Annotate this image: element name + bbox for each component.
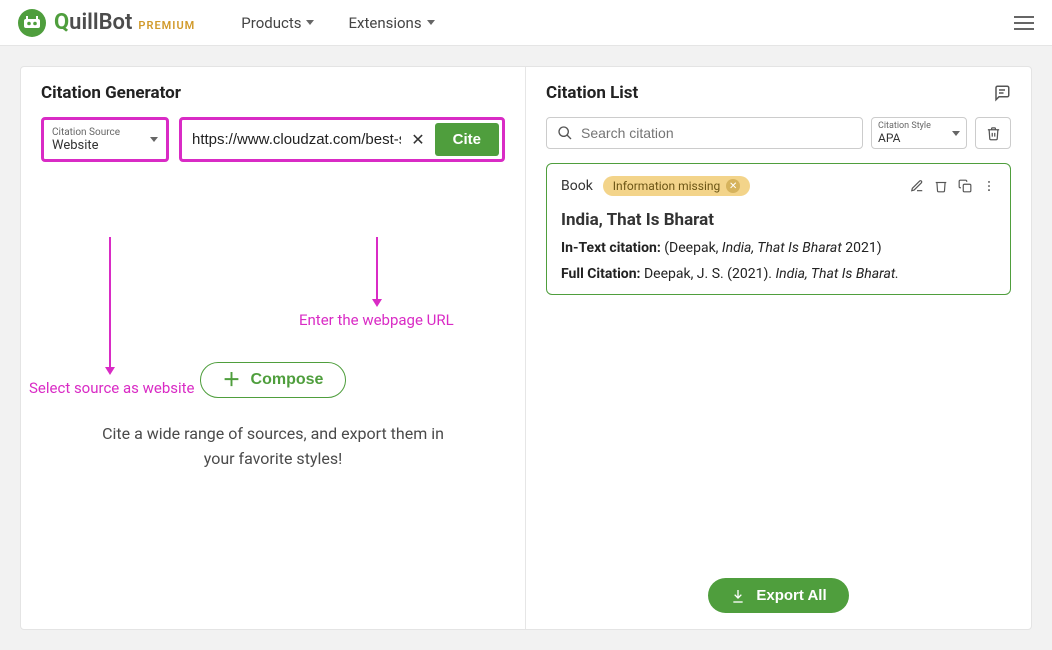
plus-icon: ＋ — [223, 371, 241, 389]
citation-style-select[interactable]: Citation Style APA — [871, 117, 967, 149]
download-icon — [730, 588, 746, 604]
citation-card: Book Information missing ✕ India, That I… — [546, 163, 1011, 295]
source-select-value: Website — [52, 138, 120, 153]
url-input-group: ✕ Cite — [179, 117, 505, 162]
annotation-line — [109, 237, 111, 367]
clear-input-icon[interactable]: ✕ — [405, 130, 430, 149]
cite-button[interactable]: Cite — [435, 123, 499, 156]
citation-source-select[interactable]: Citation Source Website — [41, 117, 169, 162]
export-all-button[interactable]: Export All — [708, 578, 848, 613]
export-row: Export All — [546, 562, 1011, 613]
list-title: Citation List — [546, 83, 638, 103]
brand-logo-icon — [18, 9, 46, 37]
style-select-value: APA — [878, 131, 931, 145]
app-header: QQuillBotuillBot PREMIUM Products Extens… — [0, 0, 1052, 46]
nav-extensions[interactable]: Extensions — [348, 14, 434, 32]
main-nav: Products Extensions — [241, 14, 434, 32]
trash-icon — [934, 179, 948, 193]
delete-all-button[interactable] — [975, 117, 1011, 149]
annotation-line — [376, 237, 378, 299]
more-citation-button[interactable] — [982, 179, 996, 193]
generator-tagline: Cite a wide range of sources, and export… — [41, 422, 505, 472]
generator-title: Citation Generator — [41, 83, 505, 103]
list-header: Citation List — [546, 83, 1011, 103]
brand-name: QQuillBotuillBot PREMIUM — [54, 10, 195, 35]
dismiss-badge-icon[interactable]: ✕ — [726, 179, 740, 193]
source-select-label: Citation Source — [52, 127, 120, 138]
compose-button[interactable]: ＋ Compose — [200, 362, 347, 398]
copy-citation-button[interactable] — [958, 179, 972, 193]
nav-products[interactable]: Products — [241, 14, 314, 32]
citation-generator-pane: Citation Generator Citation Source Websi… — [21, 67, 526, 629]
annotation-arrow-icon — [372, 299, 382, 307]
workspace: Citation Generator Citation Source Websi… — [0, 46, 1052, 650]
premium-badge: PREMIUM — [138, 19, 195, 32]
chevron-down-icon — [150, 137, 158, 142]
search-icon — [557, 125, 573, 141]
chevron-down-icon — [306, 20, 314, 25]
annotation-arrow-icon — [105, 367, 115, 375]
delete-citation-button[interactable] — [934, 179, 948, 193]
url-input[interactable] — [192, 131, 401, 148]
chevron-down-icon — [952, 131, 960, 136]
info-missing-badge: Information missing ✕ — [603, 176, 750, 196]
brand: QQuillBotuillBot PREMIUM — [18, 9, 195, 37]
style-select-label: Citation Style — [878, 121, 931, 131]
annotation-select-source: Select source as website — [29, 379, 195, 397]
copy-icon — [958, 179, 972, 193]
citation-actions — [910, 179, 996, 193]
full-citation: Full Citation: Deepak, J. S. (2021). Ind… — [561, 266, 996, 282]
more-vert-icon — [982, 179, 996, 193]
menu-icon[interactable] — [1014, 12, 1034, 34]
citation-list-pane: Citation List Citation Style APA — [526, 67, 1031, 629]
trash-icon — [986, 126, 1001, 141]
annotation-enter-url: Enter the webpage URL — [299, 311, 454, 329]
search-citation[interactable] — [546, 117, 863, 149]
edit-citation-button[interactable] — [910, 179, 924, 193]
chevron-down-icon — [427, 20, 435, 25]
source-type-label: Book — [561, 178, 593, 194]
main-card: Citation Generator Citation Source Websi… — [20, 66, 1032, 630]
list-toolbar: Citation Style APA — [546, 117, 1011, 149]
annotations-icon[interactable] — [993, 84, 1011, 102]
citation-card-header: Book Information missing ✕ — [561, 176, 996, 196]
pencil-icon — [910, 179, 924, 193]
intext-citation: In-Text citation: (Deepak, India, That I… — [561, 240, 996, 256]
search-input[interactable] — [581, 125, 852, 141]
citation-title: India, That Is Bharat — [561, 210, 996, 230]
generator-row: Citation Source Website ✕ Cite — [41, 117, 505, 162]
